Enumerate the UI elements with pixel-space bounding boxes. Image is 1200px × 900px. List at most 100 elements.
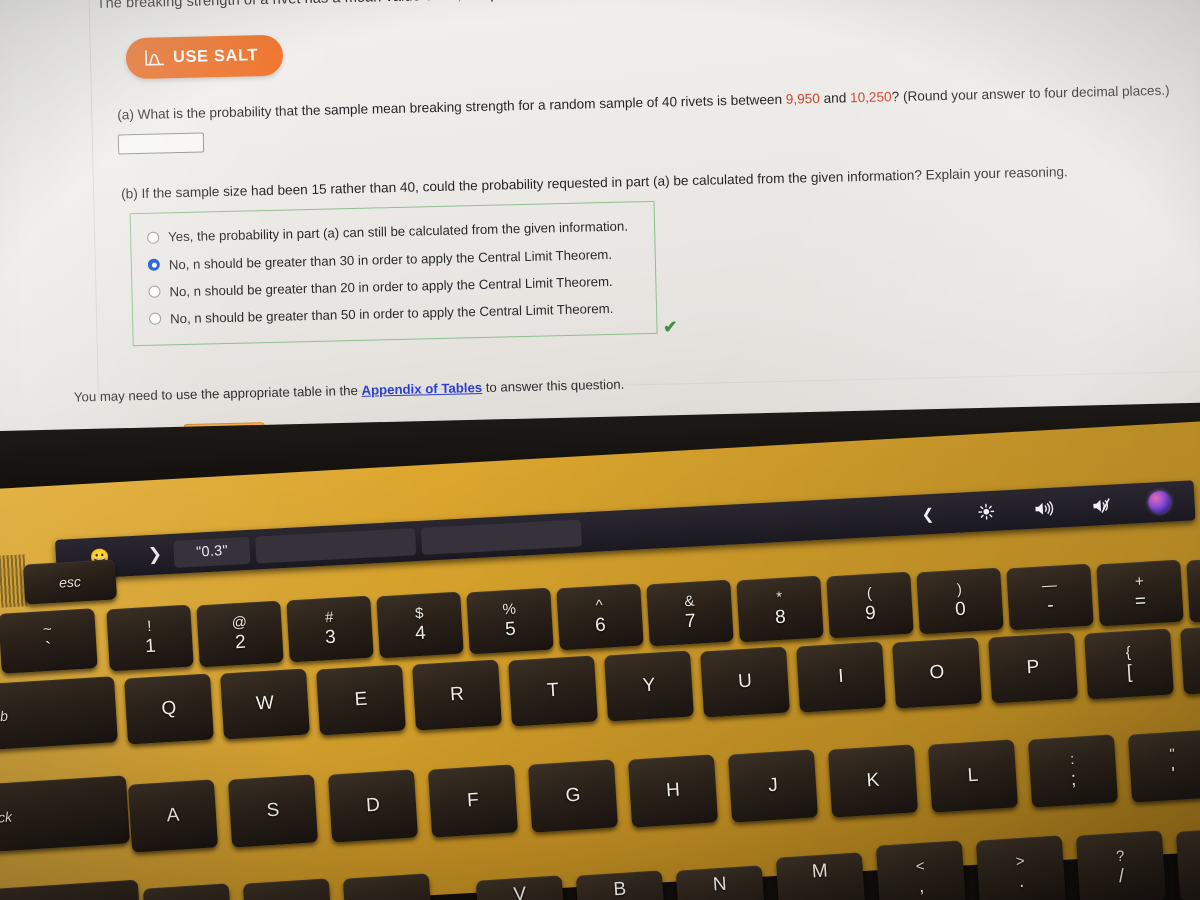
key-shift-right[interactable] — [1175, 824, 1200, 900]
key-Q[interactable]: Q — [124, 673, 214, 745]
key-minus-lower: - — [1046, 594, 1055, 617]
key-minus[interactable]: — - — [1006, 563, 1094, 631]
key-H-label: H — [665, 779, 681, 802]
key-Y-label: Y — [641, 674, 656, 697]
key-K[interactable]: K — [827, 744, 919, 818]
key-2-lower: 2 — [234, 631, 247, 654]
key-D[interactable]: D — [327, 769, 419, 843]
key-N[interactable]: N — [675, 865, 767, 900]
key-A-label: A — [165, 804, 180, 827]
key-7[interactable]: & 7 — [646, 579, 734, 647]
key-esc-label: esc — [58, 573, 82, 591]
key-3-upper: # — [324, 608, 334, 627]
key-2-upper: @ — [231, 613, 248, 632]
key-comma-lower: , — [918, 875, 925, 898]
key-9[interactable]: (9 — [826, 571, 914, 639]
key-A[interactable]: A — [127, 779, 219, 853]
key-B-label: B — [612, 878, 627, 900]
key-M[interactable]: M — [775, 852, 867, 900]
key-R[interactable]: R — [412, 659, 502, 731]
key-9-upper: ( — [866, 585, 873, 603]
key-F[interactable]: F — [427, 764, 519, 838]
key-period[interactable]: >. — [975, 835, 1067, 900]
key-backtick[interactable]: ~ ` — [0, 608, 98, 674]
key-1-upper: ! — [146, 618, 152, 636]
key-quote-lower: ' — [1171, 763, 1176, 785]
key-1[interactable]: ! 1 — [106, 604, 194, 672]
key-9-lower: 9 — [864, 602, 877, 625]
key-U-label: U — [737, 670, 753, 693]
key-esc[interactable]: esc — [22, 559, 118, 605]
key-0[interactable]: ) 0 — [916, 567, 1004, 635]
key-J[interactable]: J — [727, 749, 819, 823]
key-3[interactable]: #3 — [286, 595, 374, 663]
key-7-lower: 7 — [684, 610, 697, 633]
key-shift-left[interactable] — [0, 879, 143, 900]
key-S-label: S — [265, 799, 280, 822]
key-2[interactable]: @2 — [196, 600, 284, 668]
key-E-label: E — [353, 688, 368, 711]
key-bracket-left-upper: { — [1125, 644, 1132, 662]
key-Z[interactable] — [142, 883, 234, 900]
key-G-label: G — [564, 784, 582, 807]
key-delete[interactable] — [1186, 555, 1200, 623]
key-B[interactable]: B — [575, 870, 667, 900]
key-8[interactable]: * 8 — [736, 575, 824, 643]
key-quote[interactable]: " ' — [1127, 729, 1200, 803]
key-W-label: W — [255, 692, 275, 715]
key-bracket-left[interactable]: {[ — [1084, 628, 1174, 700]
key-N-label: N — [712, 873, 728, 896]
key-U[interactable]: U — [700, 646, 790, 718]
key-slash-upper: ? — [1115, 847, 1125, 866]
key-slash[interactable]: ? / — [1075, 830, 1167, 900]
key-bracket-right[interactable]: }] — [1180, 623, 1200, 695]
key-caps-lock-label: ock — [0, 808, 13, 826]
key-period-upper: > — [1015, 852, 1026, 871]
key-V[interactable]: V — [475, 875, 567, 900]
key-F-label: F — [466, 789, 480, 812]
key-V-label: V — [512, 883, 527, 900]
key-4-lower: 4 — [414, 622, 427, 645]
key-P[interactable]: P — [988, 632, 1078, 704]
key-X[interactable] — [242, 878, 334, 900]
key-6-upper: ^ — [595, 596, 604, 615]
key-minus-upper: — — [1041, 576, 1058, 595]
key-4[interactable]: $4 — [376, 591, 464, 659]
key-P-label: P — [1025, 656, 1040, 679]
key-M-label: M — [811, 860, 829, 883]
key-period-lower: . — [1018, 870, 1025, 893]
key-G[interactable]: G — [527, 759, 619, 833]
key-semicolon-upper: : — [1069, 751, 1075, 769]
key-H[interactable]: H — [627, 754, 719, 828]
key-5-upper: % — [502, 600, 517, 619]
key-I[interactable]: I — [796, 641, 886, 713]
key-semicolon[interactable]: :; — [1027, 734, 1119, 808]
key-4-upper: $ — [414, 604, 424, 623]
key-O-label: O — [928, 661, 945, 684]
key-5-lower: 5 — [504, 618, 517, 641]
key-5[interactable]: % 5 — [466, 587, 554, 655]
key-T-label: T — [546, 679, 560, 702]
key-8-lower: 8 — [774, 606, 787, 629]
key-6[interactable]: ^ 6 — [556, 583, 644, 651]
key-C[interactable] — [342, 873, 434, 900]
key-W[interactable]: W — [220, 668, 310, 740]
key-tab-label: b — [0, 707, 9, 725]
key-I-label: I — [837, 665, 845, 688]
key-3-lower: 3 — [324, 626, 337, 649]
key-Q-label: Q — [160, 697, 177, 720]
key-backtick-upper: ~ — [42, 620, 53, 639]
key-8-upper: * — [775, 589, 783, 607]
key-equals[interactable]: + = — [1096, 559, 1184, 627]
key-caps-lock[interactable]: ock — [0, 775, 130, 853]
key-T[interactable]: T — [508, 655, 598, 727]
key-tab[interactable]: b — [0, 676, 118, 750]
key-7-upper: & — [683, 592, 695, 611]
key-S[interactable]: S — [227, 774, 319, 848]
key-comma[interactable]: <, — [875, 840, 967, 900]
key-semicolon-lower: ; — [1070, 768, 1077, 791]
key-L[interactable]: L — [927, 739, 1019, 813]
key-E[interactable]: E — [316, 664, 406, 736]
key-Y[interactable]: Y — [604, 650, 694, 722]
key-O[interactable]: O — [892, 637, 982, 709]
